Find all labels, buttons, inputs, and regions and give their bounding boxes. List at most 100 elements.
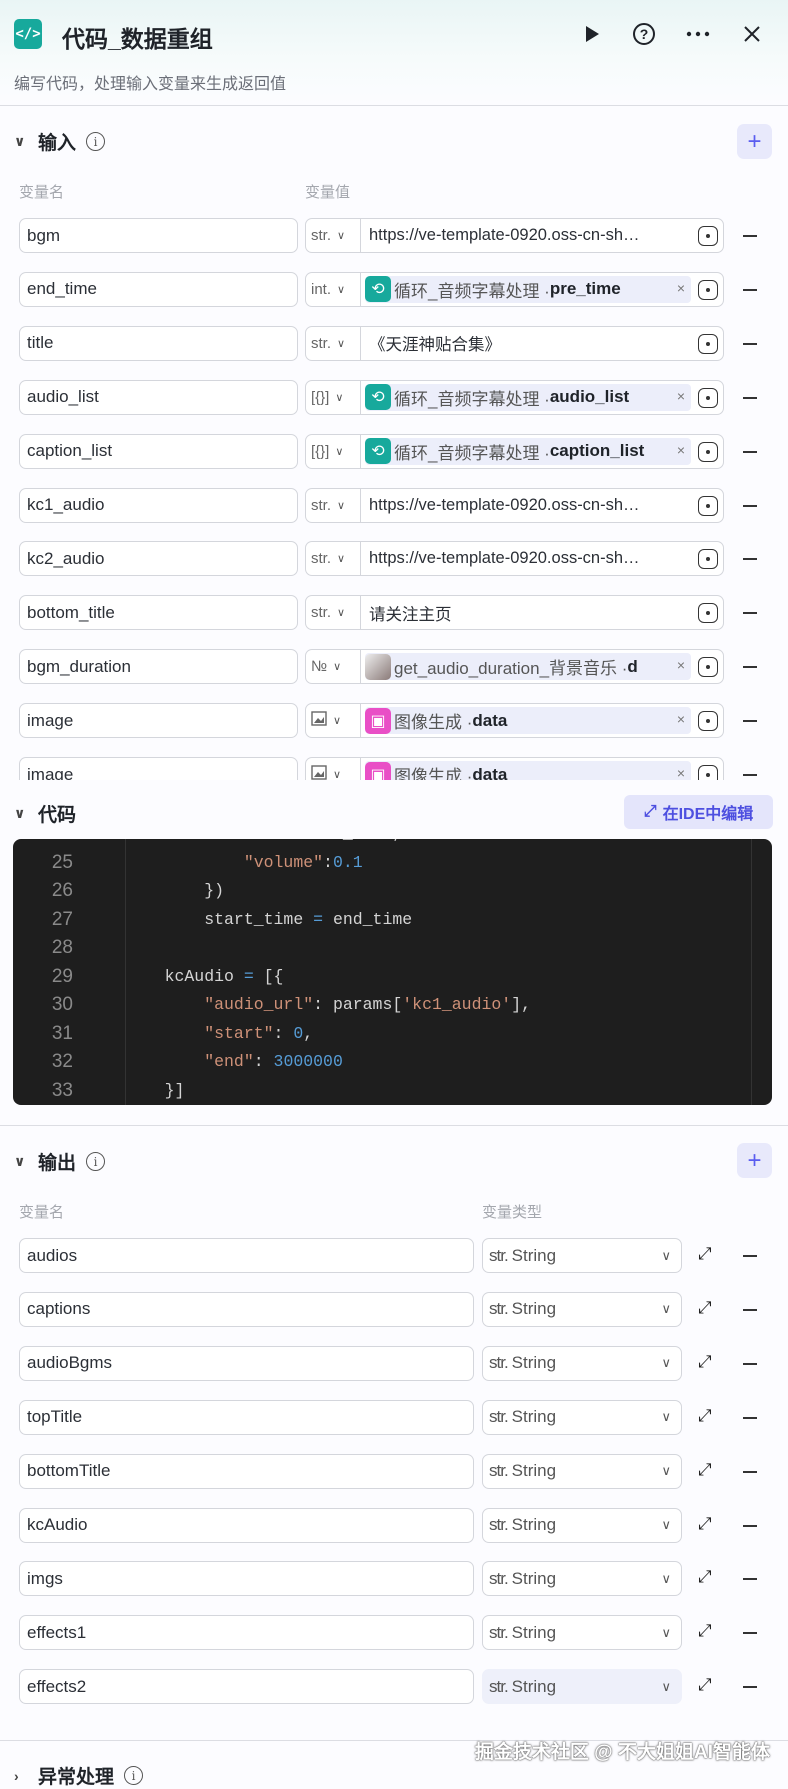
input-section-toggle[interactable]: ∨ 输入 i (14, 128, 106, 155)
variable-value-field[interactable]: ∨ ▣ 图像生成 · data × (305, 703, 724, 739)
variable-reference-chip[interactable]: get_audio_duration_背景音乐 · d × (365, 653, 691, 681)
expand-icon[interactable]: ⤢ (698, 1352, 712, 1372)
help-icon[interactable]: ? (630, 20, 658, 48)
output-type-select[interactable]: str. String ∨ (482, 1399, 682, 1435)
output-name-input[interactable]: kcAudio (19, 1507, 474, 1543)
value-area[interactable]: ⟲ 循环_音频字幕处理 · caption_list × (361, 435, 723, 468)
variable-name-input[interactable]: bgm_duration (19, 649, 298, 685)
remove-row-icon[interactable] (743, 1470, 757, 1473)
variable-reference-chip[interactable]: ⟲ 循环_音频字幕处理 · pre_time × (365, 275, 691, 303)
variable-picker-icon[interactable] (698, 711, 718, 732)
variable-picker-icon[interactable] (698, 657, 718, 678)
variable-value-field[interactable]: [{}] ∨ ⟲ 循环_音频字幕处理 · caption_list × (305, 433, 724, 469)
node-title[interactable]: 代码_数据重组 (62, 20, 213, 54)
output-name-input[interactable]: topTitle (19, 1399, 474, 1435)
output-type-select[interactable]: str. String ∨ (482, 1345, 682, 1381)
info-icon[interactable]: i (86, 1152, 106, 1171)
remove-row-icon[interactable] (743, 396, 757, 399)
output-type-select[interactable]: str. String ∨ (482, 1615, 682, 1651)
variable-value-field[interactable]: int. ∨ ⟲ 循环_音频字幕处理 · pre_time × (305, 271, 724, 307)
remove-row-icon[interactable] (743, 720, 757, 723)
edit-in-ide-button[interactable]: ⤢ 在IDE中编辑 (624, 795, 773, 829)
remove-reference-icon[interactable]: × (677, 711, 685, 727)
value-area[interactable]: ⟲ 循环_音频字幕处理 · pre_time × (361, 273, 723, 306)
output-type-select[interactable]: str. String ∨ (482, 1291, 682, 1327)
expand-icon[interactable]: ⤢ (698, 1621, 712, 1641)
type-selector[interactable]: str. ∨ (306, 488, 361, 522)
value-area[interactable]: https://ve-template-0920.oss-cn-sh… (361, 489, 723, 522)
output-type-select[interactable]: str. String ∨ (482, 1238, 682, 1273)
type-selector[interactable]: str. ∨ (306, 326, 361, 360)
variable-picker-icon[interactable] (698, 333, 718, 354)
remove-row-icon[interactable] (743, 1308, 757, 1311)
variable-name-input[interactable]: caption_list (19, 433, 298, 469)
remove-row-icon[interactable] (743, 612, 757, 615)
expand-icon[interactable]: ⤢ (698, 1298, 712, 1318)
remove-row-icon[interactable] (743, 1255, 757, 1257)
type-selector[interactable]: [{}] ∨ (306, 434, 361, 468)
remove-reference-icon[interactable]: × (677, 442, 685, 458)
variable-reference-chip[interactable]: ⟲ 循环_音频字幕处理 · audio_list × (365, 383, 691, 411)
value-area[interactable]: 请关注主页 (361, 596, 723, 629)
variable-name-input[interactable]: bottom_title (19, 595, 298, 631)
expand-icon[interactable]: ⤢ (698, 1244, 712, 1264)
output-type-select[interactable]: str. String ∨ (482, 1669, 682, 1705)
variable-name-input[interactable]: end_time (19, 271, 298, 307)
variable-name-input[interactable]: bgm (19, 218, 298, 253)
remove-row-icon[interactable] (743, 666, 757, 669)
remove-row-icon[interactable] (743, 288, 757, 291)
remove-row-icon[interactable] (743, 450, 757, 453)
variable-name-input[interactable]: title (19, 325, 298, 361)
output-name-input[interactable]: bottomTitle (19, 1453, 474, 1489)
more-icon[interactable] (684, 20, 712, 48)
remove-row-icon[interactable] (743, 1686, 757, 1689)
info-icon[interactable]: i (124, 1766, 144, 1785)
output-type-select[interactable]: str. String ∨ (482, 1453, 682, 1489)
variable-value-field[interactable]: str. ∨ https://ve-template-0920.oss-cn-sh… (305, 541, 724, 577)
remove-row-icon[interactable] (743, 342, 757, 345)
add-input-button[interactable]: + (737, 124, 772, 159)
type-selector[interactable]: str. ∨ (306, 542, 361, 576)
expand-icon[interactable]: ⤢ (698, 1514, 712, 1534)
value-area[interactable]: get_audio_duration_背景音乐 · d × (361, 650, 723, 683)
remove-row-icon[interactable] (743, 1632, 757, 1635)
expand-icon[interactable]: ⤢ (698, 1460, 712, 1480)
variable-picker-icon[interactable] (698, 495, 718, 516)
type-selector[interactable]: ∨ (306, 758, 361, 780)
remove-row-icon[interactable] (743, 1362, 757, 1365)
variable-picker-icon[interactable] (698, 387, 718, 408)
variable-value-field[interactable]: [{}] ∨ ⟲ 循环_音频字幕处理 · audio_list × (305, 379, 724, 415)
variable-picker-icon[interactable] (698, 603, 718, 624)
type-selector[interactable]: № ∨ (306, 650, 361, 684)
type-selector[interactable]: ∨ (306, 704, 361, 738)
output-type-select[interactable]: str. String ∨ (482, 1507, 682, 1543)
type-selector[interactable]: str. ∨ (306, 596, 361, 630)
value-area[interactable]: ▣ 图像生成 · data × (361, 758, 723, 780)
remove-row-icon[interactable] (743, 235, 757, 237)
variable-name-input[interactable]: image (19, 703, 298, 739)
output-name-input[interactable]: audios (19, 1238, 474, 1273)
variable-value-field[interactable]: № ∨ get_audio_duration_背景音乐 · d × (305, 649, 724, 685)
variable-reference-chip[interactable]: ⟲ 循环_音频字幕处理 · caption_list × (365, 437, 691, 465)
code-editor[interactable]: 24 "end": end_time,25 "volume":0.126 })2… (13, 839, 772, 1105)
variable-name-input[interactable]: image (19, 757, 298, 780)
code-section-toggle[interactable]: ∨ 代码 (14, 800, 76, 827)
variable-name-input[interactable]: kc2_audio (19, 541, 298, 577)
type-selector[interactable]: [{}] ∨ (306, 380, 361, 414)
output-section-toggle[interactable]: ∨ 输出 i (14, 1148, 106, 1175)
output-name-input[interactable]: captions (19, 1291, 474, 1327)
remove-row-icon[interactable] (743, 774, 757, 776)
remove-row-icon[interactable] (743, 1524, 757, 1527)
variable-value-field[interactable]: str. ∨ 《天涯神贴合集》 (305, 325, 724, 361)
output-type-select[interactable]: str. String ∨ (482, 1561, 682, 1597)
variable-name-input[interactable]: kc1_audio (19, 487, 298, 523)
remove-row-icon[interactable] (743, 1578, 757, 1581)
value-area[interactable]: https://ve-template-0920.oss-cn-sh… (361, 542, 723, 575)
value-area[interactable]: ⟲ 循环_音频字幕处理 · audio_list × (361, 381, 723, 414)
variable-reference-chip[interactable]: ▣ 图像生成 · data × (365, 761, 691, 780)
output-name-input[interactable]: effects1 (19, 1615, 474, 1651)
info-icon[interactable]: i (86, 132, 106, 151)
expand-icon[interactable]: ⤢ (698, 1675, 712, 1695)
variable-reference-chip[interactable]: ▣ 图像生成 · data × (365, 707, 691, 735)
variable-picker-icon[interactable] (698, 549, 718, 570)
